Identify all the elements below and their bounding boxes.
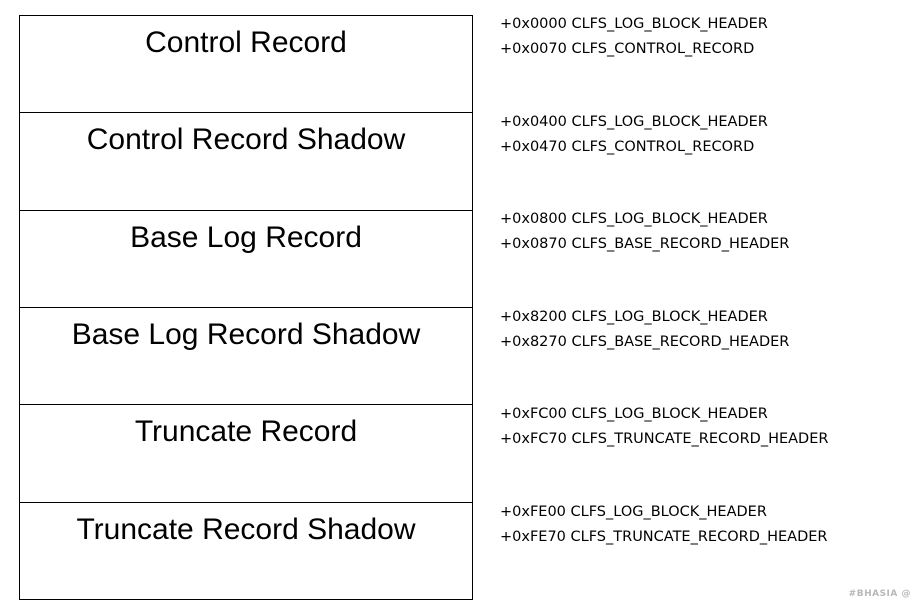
block-label: Base Log Record Shadow	[71, 317, 421, 351]
offset-line: +0xFC70 CLFS_TRUNCATE_RECORD_HEADER	[500, 431, 829, 447]
clfs-layout-diagram: Control Record Control Record Shadow Bas…	[0, 0, 913, 605]
offset-line: +0x0800 CLFS_LOG_BLOCK_HEADER	[500, 211, 768, 227]
block-label: Control Record Shadow	[86, 123, 406, 157]
block-control-record-shadow: Control Record Shadow	[20, 112, 472, 209]
annotation-base-log-record-shadow: +0x8200 CLFS_LOG_BLOCK_HEADER +0x8270 CL…	[500, 305, 913, 403]
block-truncate-record-shadow: Truncate Record Shadow	[20, 501, 472, 599]
offset-line: +0x8200 CLFS_LOG_BLOCK_HEADER	[500, 308, 768, 325]
offset-line: +0xFC00 CLFS_LOG_BLOCK_HEADER	[500, 406, 768, 422]
offset-line: +0x0070 CLFS_CONTROL_RECORD	[500, 41, 755, 57]
offset-line: +0xFE00 CLFS_LOG_BLOCK_HEADER	[500, 503, 767, 520]
block-base-log-record-shadow: Base Log Record Shadow	[20, 306, 472, 404]
annotation-base-log-record: +0x0800 CLFS_LOG_BLOCK_HEADER +0x0870 CL…	[500, 207, 913, 305]
block-label: Base Log Record	[130, 220, 362, 254]
block-control-record: Control Record	[20, 16, 472, 112]
annotation-truncate-record-shadow: +0xFE00 CLFS_LOG_BLOCK_HEADER +0xFE70 CL…	[500, 500, 913, 598]
block-label: Truncate Record Shadow	[76, 512, 416, 546]
offset-line: +0x0000 CLFS_LOG_BLOCK_HEADER	[500, 16, 768, 32]
block-label: Control Record	[145, 26, 347, 59]
block-label: Truncate Record	[134, 415, 358, 449]
conference-watermark: #BHASIA @	[848, 589, 911, 599]
offset-line: +0x0400 CLFS_LOG_BLOCK_HEADER	[500, 113, 768, 130]
block-truncate-record: Truncate Record	[20, 404, 472, 501]
offset-line: +0xFE70 CLFS_TRUNCATE_RECORD_HEADER	[500, 528, 828, 545]
annotation-control-record-shadow: +0x0400 CLFS_LOG_BLOCK_HEADER +0x0470 CL…	[500, 110, 913, 208]
block-base-log-record: Base Log Record	[20, 209, 472, 307]
offset-line: +0x0470 CLFS_CONTROL_RECORD	[500, 138, 755, 155]
annotation-truncate-record: +0xFC00 CLFS_LOG_BLOCK_HEADER +0xFC70 CL…	[500, 402, 913, 500]
offset-line: +0x8270 CLFS_BASE_RECORD_HEADER	[500, 333, 790, 350]
offset-line: +0x0870 CLFS_BASE_RECORD_HEADER	[500, 236, 790, 252]
annotation-control-record: +0x0000 CLFS_LOG_BLOCK_HEADER +0x0070 CL…	[500, 12, 913, 110]
record-block-stack: Control Record Control Record Shadow Bas…	[19, 15, 473, 600]
offset-annotations: +0x0000 CLFS_LOG_BLOCK_HEADER +0x0070 CL…	[500, 12, 913, 597]
